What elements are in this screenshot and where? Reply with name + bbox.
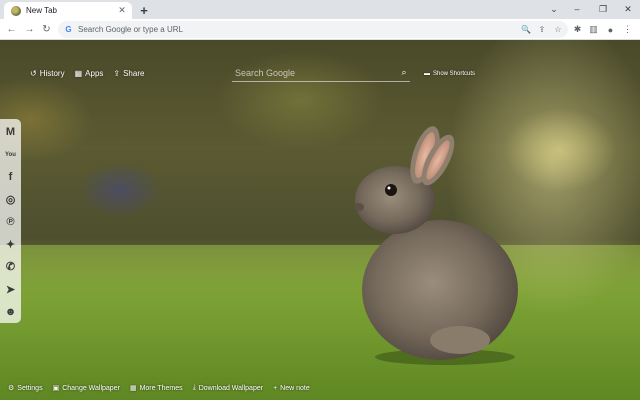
new-note-button[interactable]: + New note <box>273 385 310 392</box>
zoom-icon[interactable]: 🔍 <box>520 24 532 36</box>
download-icon: ⤓ <box>192 384 196 391</box>
browser-toolbar: ← → ↻ G Search Google or type a URL 🔍 ⇪ … <box>0 19 640 40</box>
show-shortcuts-label: Show Shortcuts <box>433 71 476 77</box>
tab-title: New Tab <box>26 6 57 15</box>
address-bar[interactable]: G Search Google or type a URL 🔍 ⇪ ☆ <box>58 21 568 38</box>
address-bar-placeholder: Search Google or type a URL <box>78 25 183 34</box>
more-themes-label: More Themes <box>139 384 183 392</box>
twitter-icon[interactable]: ✦ <box>0 233 21 255</box>
apps-label: Apps <box>85 69 104 78</box>
themes-grid-icon: ▦ <box>129 385 137 392</box>
tab-close-icon[interactable]: ✕ <box>116 5 128 17</box>
reddit-icon[interactable]: ☻ <box>0 301 21 323</box>
settings-button[interactable]: ⚙ Settings <box>8 384 43 393</box>
history-link[interactable]: ↺ History <box>30 69 65 78</box>
share-label: Share <box>123 69 145 78</box>
tab-search-icon[interactable]: ⌄ <box>545 3 563 15</box>
download-wallpaper-label: Download Wallpaper <box>198 384 264 392</box>
telegram-icon[interactable]: ➤ <box>0 278 21 300</box>
more-themes-button[interactable]: ▦ More Themes <box>129 384 183 393</box>
bottom-bar: ⚙ Settings ▣ Change Wallpaper ▦ More The… <box>8 384 310 392</box>
menu-icon[interactable]: ⋮ <box>621 23 634 36</box>
whatsapp-icon[interactable]: ✆ <box>0 256 21 278</box>
wallpaper: ↺ History ▦ Apps ⇪ Share ⌕ ▬ Show Shortc… <box>0 40 640 400</box>
tab-new-tab[interactable]: New Tab ✕ <box>4 2 132 19</box>
pinterest-icon[interactable]: ℗ <box>0 211 21 233</box>
search-box: ⌕ <box>232 64 410 82</box>
close-window-button[interactable]: ✕ <box>619 3 637 15</box>
new-tab-button[interactable]: + <box>137 3 151 18</box>
extensions-icon[interactable]: ✱ <box>571 23 584 36</box>
back-button[interactable]: ← <box>5 23 18 36</box>
instagram-icon[interactable]: ◎ <box>0 188 21 210</box>
top-links: ↺ History ▦ Apps ⇪ Share <box>30 69 144 78</box>
change-wallpaper-button[interactable]: ▣ Change Wallpaper <box>52 384 120 393</box>
forward-button[interactable]: → <box>23 23 36 36</box>
youtube-icon[interactable]: You <box>0 143 21 165</box>
gear-icon: ⚙ <box>8 385 15 392</box>
reload-button[interactable]: ↻ <box>40 23 53 36</box>
new-note-label: New note <box>280 384 310 392</box>
tab-strip: New Tab ✕ + ⌄ – ❐ ✕ <box>0 0 640 19</box>
show-shortcuts-button[interactable]: ▬ Show Shortcuts <box>424 71 475 77</box>
profile-icon[interactable]: ● <box>604 23 617 36</box>
social-sidebar: M You f ◎ ℗ ✦ ✆ ➤ ☻ <box>0 119 21 323</box>
minimize-button[interactable]: – <box>568 3 586 15</box>
history-label: History <box>39 69 65 78</box>
tab-favicon-icon <box>11 5 21 16</box>
restore-button[interactable]: ❐ <box>594 3 612 15</box>
plus-icon: + <box>273 384 278 392</box>
apps-link[interactable]: ▦ Apps <box>75 69 104 78</box>
history-icon: ↺ <box>30 69 37 78</box>
apps-grid-icon: ▦ <box>74 69 83 78</box>
shortcuts-icon: ▬ <box>424 71 430 77</box>
search-icon[interactable]: ⌕ <box>398 67 410 79</box>
facebook-icon[interactable]: f <box>0 166 21 188</box>
share-icon: ⇪ <box>113 69 121 78</box>
side-panel-icon[interactable]: ▥ <box>587 23 600 36</box>
google-g-icon: G <box>65 25 72 34</box>
rabbit-illustration <box>354 126 518 365</box>
download-wallpaper-button[interactable]: ⤓ Download Wallpaper <box>193 384 263 392</box>
bookmark-star-icon[interactable]: ☆ <box>552 24 564 36</box>
change-wallpaper-label: Change Wallpaper <box>62 384 120 392</box>
settings-label: Settings <box>17 384 43 392</box>
wallpaper-icon: ▣ <box>52 385 60 392</box>
share-icon[interactable]: ⇪ <box>536 24 548 36</box>
gmail-icon[interactable]: M <box>0 121 21 143</box>
share-link[interactable]: ⇪ Share <box>113 69 144 78</box>
search-input[interactable] <box>232 67 398 78</box>
